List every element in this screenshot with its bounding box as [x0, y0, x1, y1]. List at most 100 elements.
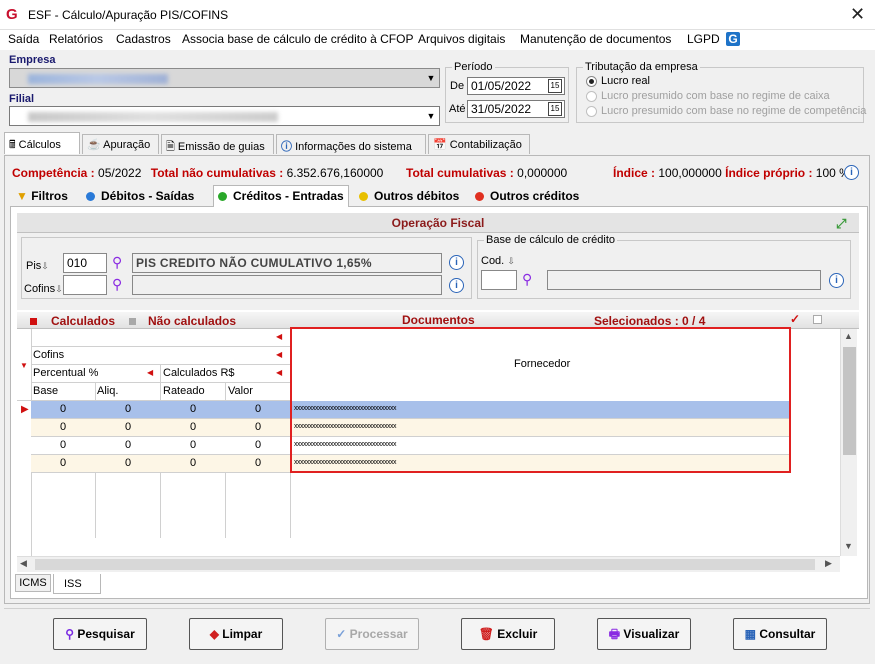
collapse-arrow-icon[interactable]: ◀	[276, 350, 282, 359]
info-icon[interactable]: i	[449, 278, 464, 293]
radio-lucro-real-label: Lucro real	[601, 75, 650, 87]
collapse-arrow-icon[interactable]: ◀	[276, 332, 282, 341]
col-valor: Valor	[228, 385, 253, 397]
tab-emissao-guias[interactable]: 🗎 Emissão de guias	[161, 134, 274, 154]
close-icon[interactable]: ✕	[850, 4, 865, 25]
subtab-filtros-label: Filtros	[31, 189, 68, 203]
checkmark-icon[interactable]: ✓	[790, 312, 800, 326]
scroll-right-icon[interactable]: ▶	[825, 558, 832, 569]
scroll-left-icon[interactable]: ◀	[20, 558, 27, 569]
calendar-icon[interactable]: 15	[548, 102, 562, 116]
menu-bar: Saída Relatórios Cadastros Associa base …	[0, 30, 875, 50]
tab-apuracao[interactable]: ☕ Apuração	[82, 134, 159, 154]
competencia-label: Competência :	[12, 166, 95, 180]
scrollbar-thumb[interactable]	[35, 559, 815, 570]
base-description	[547, 270, 821, 290]
excluir-button[interactable]: 🗑 Excluir	[461, 618, 555, 650]
radio-lucro-real[interactable]	[586, 76, 597, 87]
select-all-checkbox[interactable]	[813, 315, 822, 324]
empresa-select[interactable]: ▼	[9, 68, 440, 88]
documentos-label: Documentos	[402, 313, 475, 327]
tab-iss[interactable]: ISS	[53, 574, 101, 594]
info-icon[interactable]: i	[844, 165, 859, 180]
sort-down-icon: ⇩	[507, 256, 515, 266]
base-cod-input[interactable]	[481, 270, 517, 290]
tab-icms[interactable]: ICMS	[15, 574, 51, 592]
col-rateado: Rateado	[163, 385, 205, 397]
indice-label: Índice :	[613, 166, 656, 180]
chevron-down-icon[interactable]: ▼	[423, 69, 439, 87]
cell-base: 0	[60, 439, 67, 451]
radio-lucro-presumido-caixa-label: Lucro presumido com base no regime de ca…	[601, 90, 830, 102]
periodo-legend: Período	[454, 61, 493, 73]
cofins-code-input[interactable]	[63, 275, 107, 295]
current-row-indicator-icon: ▶	[21, 404, 29, 415]
radio-lucro-presumido-competencia[interactable]	[586, 106, 597, 117]
visualizar-label: Visualizar	[623, 627, 680, 641]
menu-saida[interactable]: Saída	[8, 32, 39, 46]
nao-calculados-legend-icon	[129, 318, 136, 325]
search-icon[interactable]: ⚲	[112, 254, 128, 270]
lgpd-icon[interactable]: G	[726, 32, 740, 46]
cofins-group-header: Cofins	[33, 349, 65, 361]
tab-contabilizacao[interactable]: 📅 Contabilização	[428, 134, 530, 154]
calendar-icon[interactable]: 15	[548, 79, 562, 93]
pesquisar-button[interactable]: ⚲ Pesquisar	[53, 618, 147, 650]
horizontal-scrollbar[interactable]: ◀ ▶	[17, 556, 840, 572]
subtab-debitos-saidas[interactable]: Débitos - Saídas	[86, 189, 194, 203]
subtab-outros-creditos[interactable]: Outros créditos	[475, 189, 579, 203]
expand-icon[interactable]: ⤢	[836, 216, 846, 232]
menu-manutencao-documentos[interactable]: Manutenção de documentos	[520, 32, 671, 46]
pis-code-input[interactable]: 010	[63, 253, 107, 273]
empresa-label: Empresa	[9, 54, 56, 66]
limpar-button[interactable]: ◆ Limpar	[189, 618, 283, 650]
col-base: Base	[33, 385, 59, 397]
cell-aliq: 0	[125, 457, 132, 469]
menu-lgpd[interactable]: LGPD	[687, 32, 720, 46]
collapse-arrow-icon[interactable]: ◀	[147, 368, 153, 377]
menu-associa-base[interactable]: Associa base de cálculo de crédito à CFO…	[182, 32, 413, 46]
menu-cadastros[interactable]: Cadastros	[116, 32, 171, 46]
chevron-down-icon[interactable]: ▼	[423, 107, 439, 125]
excluir-label: Excluir	[497, 627, 538, 641]
vertical-scrollbar[interactable]: ▲ ▼	[840, 329, 857, 556]
cell-base: 0	[60, 457, 67, 469]
scroll-up-icon[interactable]: ▲	[844, 331, 853, 341]
subtab-filtros[interactable]: ▼ Filtros	[16, 189, 68, 203]
visualizar-button[interactable]: 🖶 Visualizar	[597, 618, 691, 650]
radio-lucro-presumido-caixa[interactable]	[586, 91, 597, 102]
info-icon[interactable]: i	[829, 273, 844, 288]
contabilizacao-icon: 📅	[433, 139, 450, 151]
menu-arquivos-digitais[interactable]: Arquivos digitais	[418, 32, 505, 46]
tab-informacoes-sistema[interactable]: ⓘ Informações do sistema	[276, 134, 426, 154]
cell-aliq: 0	[125, 403, 132, 415]
cell-rateado: 0	[190, 403, 197, 415]
search-icon[interactable]: ⚲	[112, 276, 128, 292]
window-title: ESF - Cálculo/Apuração PIS/COFINS	[28, 8, 229, 22]
collapse-arrow-icon[interactable]: ◀	[276, 368, 282, 377]
info-icon[interactable]: i	[449, 255, 464, 270]
processar-button[interactable]: ✓ Processar	[325, 618, 419, 650]
indice-proprio-label: Índice próprio :	[725, 166, 813, 180]
subtab-creditos-entradas[interactable]: Créditos - Entradas	[213, 185, 349, 207]
limpar-label: Limpar	[222, 627, 263, 641]
scrollbar-thumb[interactable]	[843, 347, 856, 455]
pis-label-text: Pis	[26, 260, 42, 272]
sort-down-icon: ⇩	[55, 284, 63, 294]
table-icon: ▦	[744, 627, 760, 641]
consultar-button[interactable]: ▦ Consultar	[733, 618, 827, 650]
tab-calculos[interactable]: 🖩 Cálculos	[4, 132, 80, 154]
filial-label: Filial	[9, 93, 35, 105]
periodo-ate-input[interactable]: 31/05/2022 15	[467, 100, 565, 118]
tab-apuracao-label: Apuração	[103, 139, 151, 151]
yellow-dot-icon	[359, 192, 368, 202]
filial-select[interactable]: ▼	[9, 106, 440, 126]
subtab-outros-debitos[interactable]: Outros débitos	[359, 189, 459, 203]
blue-dot-icon	[86, 192, 95, 202]
menu-relatorios[interactable]: Relatórios	[49, 32, 103, 46]
search-icon[interactable]: ⚲	[522, 271, 538, 287]
periodo-de-input[interactable]: 01/05/2022 15	[467, 77, 565, 95]
percentual-header: Percentual %	[33, 367, 99, 379]
scroll-down-icon[interactable]: ▼	[844, 541, 853, 551]
document-icon: 🗎	[166, 141, 178, 153]
